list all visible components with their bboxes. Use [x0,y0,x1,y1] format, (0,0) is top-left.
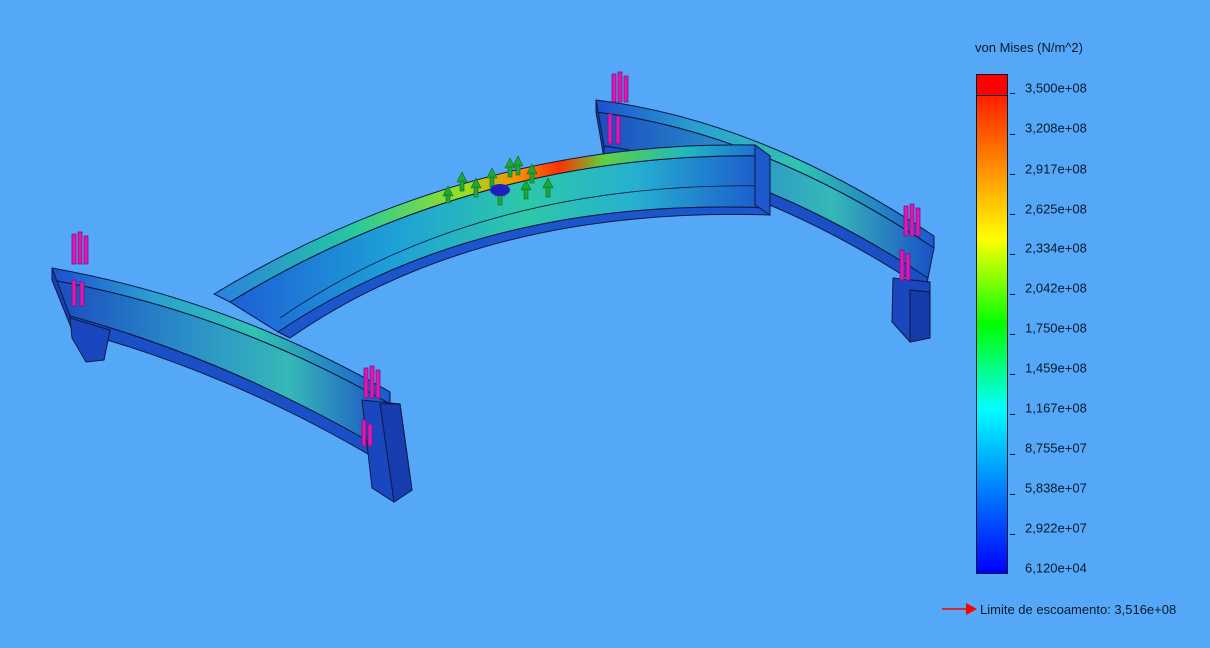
stress-plot-model [51,71,935,503]
legend-tick: 2,922e+07 [1025,520,1087,536]
tick-mark [1010,414,1015,415]
legend-tick: 8,755e+07 [1025,440,1087,456]
tick-mark [1010,374,1015,375]
tick-mark [1010,454,1015,455]
legend-tick: 2,917e+08 [1025,161,1087,177]
tick-mark [1010,534,1015,535]
fixture-markers [71,71,921,447]
tick-mark [1010,254,1015,255]
legend-tick: 6,120e+04 [1025,560,1087,576]
yield-arrow-icon [942,603,977,615]
legend-tick: 3,500e+08 [1025,80,1087,96]
tick-mark [1010,93,1015,94]
tick-mark [1010,294,1015,295]
legend-tick: 2,625e+08 [1025,201,1087,217]
tick-mark [1010,494,1015,495]
yield-strength-row: Limite de escoamento: 3,516e+08 [942,600,1176,618]
tick-mark [1010,174,1015,175]
legend-title: von Mises (N/m^2) [975,40,1083,55]
color-bar-max-swatch [976,74,1008,96]
legend-tick: 1,459e+08 [1025,360,1087,376]
tick-mark [1010,134,1015,135]
legend-tick: 3,208e+08 [1025,120,1087,136]
model-viewport[interactable] [0,0,940,648]
legend-tick: 2,042e+08 [1025,280,1087,296]
legend-tick: 1,750e+08 [1025,320,1087,336]
right-cross-beam [595,99,935,343]
legend-tick: 2,334e+08 [1025,240,1087,256]
tick-mark [1010,334,1015,335]
legend-tick: 5,838e+07 [1025,480,1087,496]
color-bar [976,74,1008,574]
min-stress-spot [490,184,510,196]
legend-tick: 1,167e+08 [1025,400,1087,416]
yield-strength-label: Limite de escoamento: 3,516e+08 [980,601,1177,617]
tick-mark [1010,214,1015,215]
